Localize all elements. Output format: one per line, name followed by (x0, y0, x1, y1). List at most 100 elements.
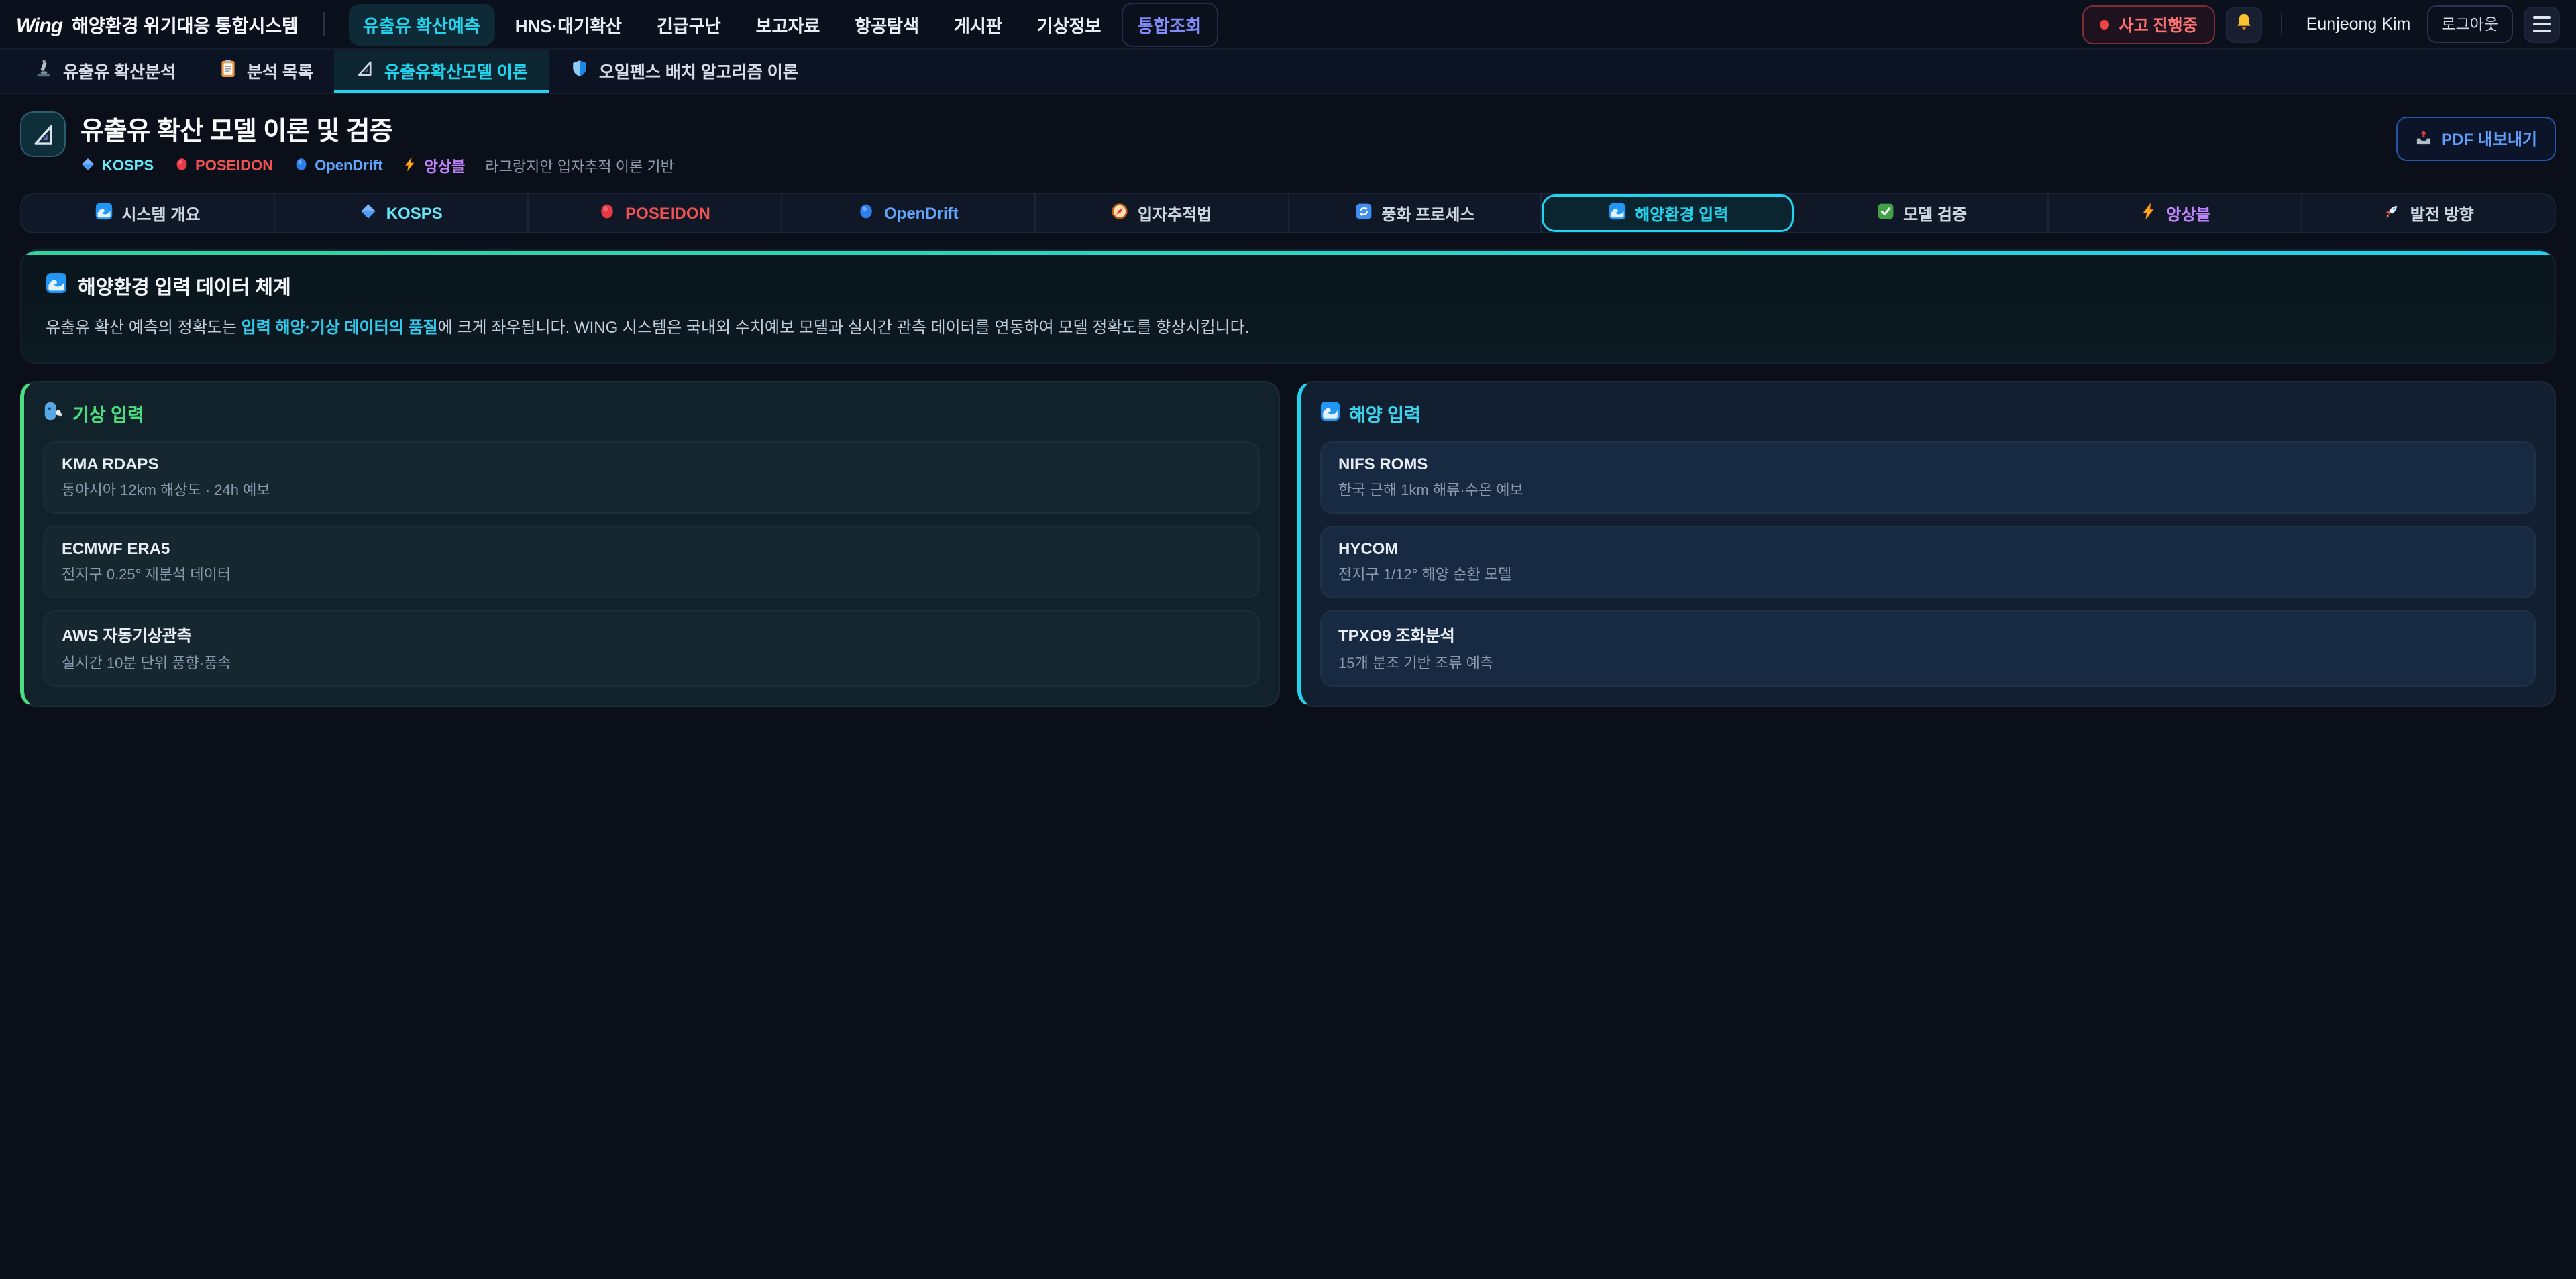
divider (323, 12, 324, 36)
pill-label: KOSPS (386, 204, 443, 223)
red-dot-icon (2100, 19, 2110, 29)
pill-tab-opendrift[interactable]: OpenDrift (782, 194, 1035, 232)
lightning-icon (403, 157, 418, 176)
pill-tab-system-overview[interactable]: 시스템 개요 (21, 194, 275, 232)
model-badge-row: KOSPS POSEIDON OpenDrift 앙상블 라그랑지안 입자추적 … (80, 156, 674, 177)
list-item-hycom[interactable]: HYCOM 전지구 1/12° 해양 순환 모델 (1320, 525, 2536, 598)
triangle-ruler-icon (20, 111, 66, 157)
subtab-label: 분석 목록 (247, 57, 313, 82)
subtab-oil-fence-algorithm-theory[interactable]: 오일펜스 배치 알고리즘 이론 (549, 50, 820, 93)
badge-label: POSEIDON (195, 158, 273, 174)
incident-status-badge[interactable]: 사고 진행중 (2083, 5, 2215, 44)
list-item-nifs-roms[interactable]: NIFS ROMS 한국 근해 1km 해류·수온 예보 (1320, 441, 2536, 513)
sub-navigation-tabs: 유출유 확산분석 분석 목록 유출유확산모델 이론 오일펜스 배치 알고리즘 이… (0, 50, 2576, 94)
weather-input-card: 기상 입력 KMA RDAPS 동아시아 12km 해상도 · 24h 예보 E… (20, 380, 1279, 706)
badge-label: 앙상블 (425, 156, 466, 177)
nav-item-emergency-rescue[interactable]: 긴급구난 (642, 3, 736, 45)
diamond-icon (80, 157, 95, 176)
list-item-tpxo9[interactable]: TPXO9 조화분석 15개 분조 기반 조류 예측 (1320, 610, 2536, 686)
shield-icon (571, 58, 590, 81)
item-name: KMA RDAPS (62, 454, 1240, 473)
page-title: 유출유 확산 모델 이론 및 검증 (80, 111, 674, 148)
pill-label: 모델 검증 (1903, 202, 1967, 225)
diamond-icon (360, 203, 377, 224)
nav-item-reports[interactable]: 보고자료 (741, 3, 835, 45)
menu-button[interactable] (2524, 6, 2560, 42)
app-logo[interactable]: Wing 해양환경 위기대응 통합시스템 (16, 11, 299, 38)
section-title-row: 해양환경 입력 데이터 체계 (46, 272, 2530, 300)
list-item-aws-observation[interactable]: AWS 자동기상관측 실시간 10분 단위 풍향·풍속 (43, 610, 1259, 686)
blue-circle-icon (857, 203, 875, 224)
lightning-icon (2139, 203, 2157, 224)
section-title: 해양환경 입력 데이터 체계 (78, 272, 291, 300)
pill-tab-kosps[interactable]: KOSPS (275, 194, 529, 232)
export-tray-icon (2414, 128, 2432, 150)
marine-env-data-section: 해양환경 입력 데이터 체계 유출유 확산 예측의 정확도는 입력 해양·기상 … (20, 249, 2556, 363)
subtab-label: 유출유확산모델 이론 (384, 57, 528, 82)
wave-icon (95, 203, 112, 224)
nav-item-board[interactable]: 게시판 (939, 3, 1017, 45)
nav-item-weather-info[interactable]: 기상정보 (1022, 3, 1116, 45)
nav-item-integrated-search[interactable]: 통합조회 (1121, 2, 1218, 46)
wave-icon (1608, 203, 1625, 224)
wind-face-icon (43, 400, 63, 425)
card-title-label: 해양 입력 (1349, 399, 1421, 426)
title-block: 유출유 확산 모델 이론 및 검증 KOSPS POSEIDON OpenDri… (80, 111, 674, 177)
item-description: 15개 분조 기반 조류 예측 (1338, 651, 2517, 673)
nav-item-aerial-search[interactable]: 항공탐색 (840, 3, 934, 45)
list-item-kma-rdaps[interactable]: KMA RDAPS 동아시아 12km 해상도 · 24h 예보 (43, 441, 1259, 513)
badge-kosps: KOSPS (80, 157, 154, 176)
item-description: 전지구 0.25° 재분석 데이터 (62, 563, 1240, 584)
subtab-label: 오일펜스 배치 알고리즘 이론 (599, 57, 798, 82)
incident-status-label: 사고 진행중 (2119, 13, 2198, 36)
compass-icon (1111, 203, 1128, 224)
item-description: 동아시아 12km 해상도 · 24h 예보 (62, 478, 1240, 500)
triangle-ruler-icon (356, 58, 375, 81)
subtab-diffusion-model-theory[interactable]: 유출유확산모델 이론 (335, 50, 549, 93)
subtab-oil-spill-analysis[interactable]: 유출유 확산분석 (13, 50, 197, 93)
pill-label: 앙상블 (2166, 202, 2210, 225)
pill-tab-development-direction[interactable]: 발전 방향 (2302, 194, 2555, 232)
item-name: HYCOM (1338, 539, 2517, 557)
nav-item-hns-air-diffusion[interactable]: HNS·대기확산 (500, 3, 637, 45)
item-description: 전지구 1/12° 해양 순환 모델 (1338, 563, 2517, 584)
list-item-ecmwf-era5[interactable]: ECMWF ERA5 전지구 0.25° 재분석 데이터 (43, 525, 1259, 598)
notifications-button[interactable] (2226, 6, 2262, 42)
logout-button[interactable]: 로그아웃 (2426, 5, 2513, 43)
description-highlight: 입력 해양·기상 데이터의 품질 (241, 318, 438, 337)
item-description: 한국 근해 1km 해류·수온 예보 (1338, 478, 2517, 500)
main-menu: 유출유 확산예측 HNS·대기확산 긴급구난 보고자료 항공탐색 게시판 기상정… (348, 2, 1218, 46)
badge-label: OpenDrift (315, 158, 382, 174)
wave-icon (1320, 400, 1340, 425)
wave-icon (46, 272, 67, 300)
rocket-icon (2383, 203, 2401, 224)
section-tab-bar: 시스템 개요 KOSPS POSEIDON OpenDrift 입자추적법 풍화… (20, 193, 2556, 233)
page-subtitle: 라그랑지안 입자추적 이론 기반 (485, 156, 674, 177)
pdf-export-button[interactable]: PDF 내보내기 (2396, 117, 2556, 161)
subtab-analysis-list[interactable]: 분석 목록 (197, 50, 335, 93)
pill-tab-poseidon[interactable]: POSEIDON (529, 194, 782, 232)
check-icon (1876, 203, 1894, 224)
pill-tab-model-validation[interactable]: 모델 검증 (1796, 194, 2049, 232)
item-name: TPXO9 조화분석 (1338, 623, 2517, 646)
nav-item-oil-spill-prediction[interactable]: 유출유 확산예측 (348, 3, 495, 45)
badge-opendrift: OpenDrift (293, 157, 382, 176)
subtab-label: 유출유 확산분석 (63, 57, 176, 82)
pill-tab-weathering-process[interactable]: 풍화 프로세스 (1289, 194, 1542, 232)
red-circle-icon (598, 203, 616, 224)
pill-tab-marine-env-input[interactable]: 해양환경 입력 (1542, 194, 1796, 232)
pill-tab-particle-tracking[interactable]: 입자추적법 (1035, 194, 1289, 232)
item-name: NIFS ROMS (1338, 454, 2517, 473)
card-title-label: 기상 입력 (72, 399, 144, 426)
pill-label: 발전 방향 (2410, 202, 2474, 225)
item-name: ECMWF ERA5 (62, 539, 1240, 557)
pill-tab-ensemble[interactable]: 앙상블 (2049, 194, 2303, 232)
user-name: Eunjeong Kim (2306, 15, 2411, 34)
page-header: 유출유 확산 모델 이론 및 검증 KOSPS POSEIDON OpenDri… (0, 94, 2576, 190)
item-name: AWS 자동기상관측 (62, 623, 1240, 646)
pill-label: 시스템 개요 (121, 202, 200, 225)
divider (2281, 13, 2282, 35)
pill-label: 해양환경 입력 (1635, 202, 1728, 225)
badge-label: KOSPS (102, 158, 154, 174)
pill-label: OpenDrift (884, 204, 959, 223)
